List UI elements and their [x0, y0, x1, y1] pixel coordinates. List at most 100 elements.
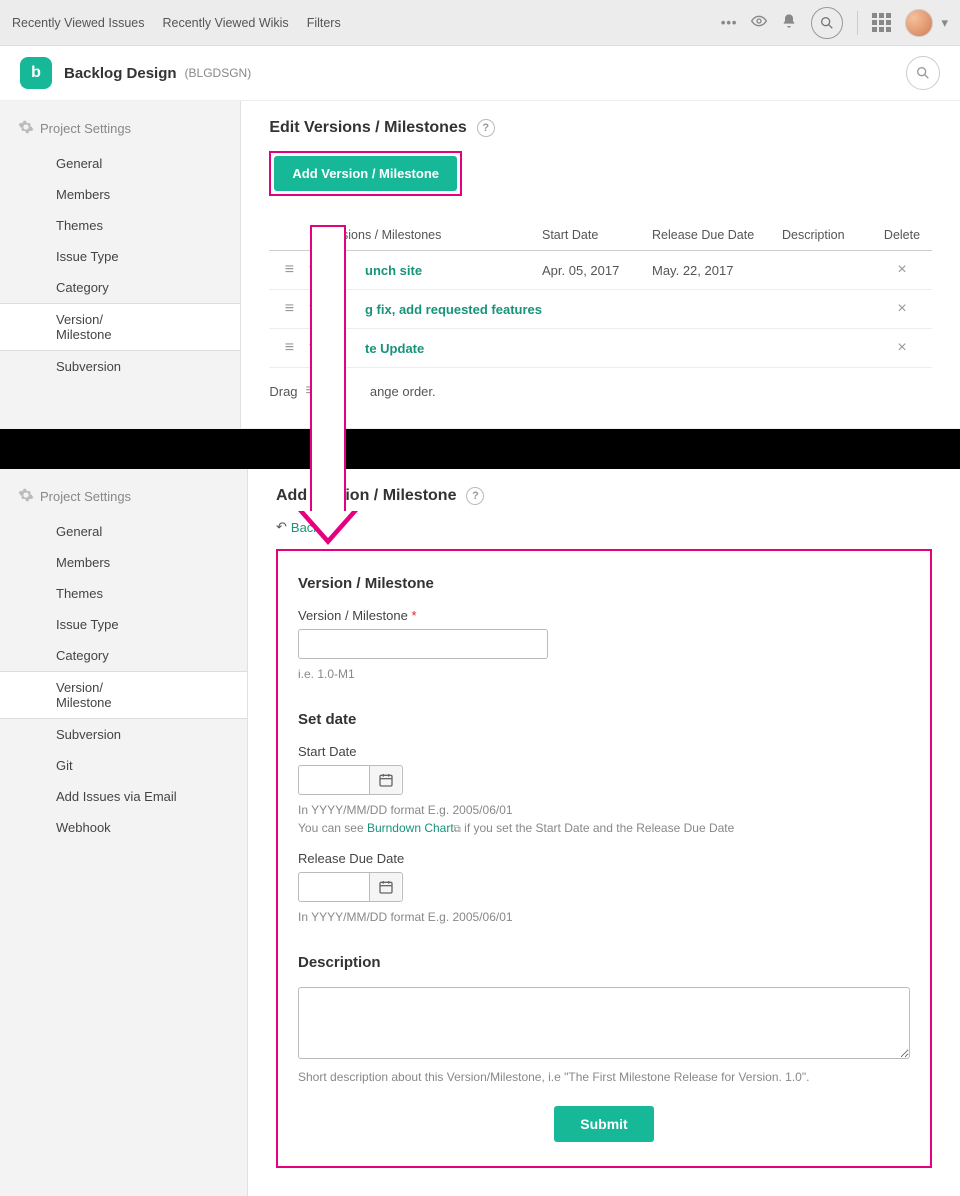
- start-date-field[interactable]: [298, 765, 403, 795]
- col-desc: Description: [782, 228, 872, 242]
- recent-issues-link[interactable]: Recently Viewed Issues: [12, 16, 144, 30]
- avatar[interactable]: [905, 9, 933, 37]
- sidebar-item-version-milestone[interactable]: Version/ Milestone: [0, 303, 240, 351]
- sidebar-item-members[interactable]: Members: [0, 547, 247, 578]
- add-version-button[interactable]: Add Version / Milestone: [274, 156, 457, 191]
- hint-description: Short description about this Version/Mil…: [298, 1068, 910, 1086]
- sidebar-item-issue-type[interactable]: Issue Type: [0, 241, 240, 272]
- project-logo: b: [20, 57, 52, 89]
- main-add-version: Add Version / Milestone ? ↶ Back Version…: [248, 469, 960, 1196]
- hint-start-date: In YYYY/MM/DD format E.g. 2005/06/01 You…: [298, 801, 910, 837]
- sidebar-item-webhook[interactable]: Webhook: [0, 812, 247, 843]
- bell-icon[interactable]: [781, 13, 797, 32]
- hint-version-name: i.e. 1.0-M1: [298, 665, 910, 683]
- sidebar-heading: Project Settings: [0, 115, 240, 148]
- delete-button[interactable]: ×: [872, 300, 932, 318]
- label-due-date: Release Due Date: [298, 851, 910, 866]
- sidebar-item-category[interactable]: Category: [0, 640, 247, 671]
- page-title-text: Add Version / Milestone: [276, 487, 456, 505]
- gear-icon: [18, 119, 34, 138]
- add-button-highlight: Add Version / Milestone: [269, 151, 462, 196]
- versions-table: of Versions / Milestones Start Date Rele…: [269, 220, 932, 368]
- drag-handle-icon[interactable]: [269, 339, 309, 357]
- sidebar-item-issue-type[interactable]: Issue Type: [0, 609, 247, 640]
- help-icon[interactable]: ?: [466, 487, 484, 505]
- table-row: Ver. te Update ×: [269, 329, 932, 368]
- start-date-input[interactable]: [299, 769, 369, 792]
- col-start: Start Date: [542, 228, 652, 242]
- delete-button[interactable]: ×: [872, 339, 932, 357]
- topbar-right: ••• ▾: [721, 7, 948, 39]
- calendar-icon[interactable]: [369, 873, 401, 901]
- drag-note: Drag to ange order.: [269, 382, 932, 400]
- burndown-chart-link[interactable]: Burndown Chart: [367, 821, 454, 835]
- page-title: Edit Versions / Milestones ?: [269, 119, 932, 137]
- page-title: Add Version / Milestone ?: [276, 487, 932, 505]
- sidebar-item-category[interactable]: Category: [0, 272, 240, 303]
- col-delete: Delete: [872, 228, 932, 242]
- project-header: b Backlog Design (BLGDSGN): [0, 46, 960, 101]
- description-textarea[interactable]: [298, 987, 910, 1059]
- sidebar-item-general[interactable]: General: [0, 516, 247, 547]
- cell-due: May. 22, 2017: [652, 263, 782, 278]
- sidebar-heading: Project Settings: [0, 483, 247, 516]
- sidebar: Project Settings General Members Themes …: [0, 101, 241, 428]
- sidebar-item-general[interactable]: General: [0, 148, 240, 179]
- sidebar-item-themes[interactable]: Themes: [0, 210, 240, 241]
- hint-due-date: In YYYY/MM/DD format E.g. 2005/06/01: [298, 908, 910, 926]
- panel-edit-versions: Project Settings General Members Themes …: [0, 101, 960, 429]
- topbar-links: Recently Viewed Issues Recently Viewed W…: [12, 16, 341, 30]
- sidebar-item-themes[interactable]: Themes: [0, 578, 247, 609]
- page-title-text: Edit Versions / Milestones: [269, 119, 466, 137]
- delete-button[interactable]: ×: [872, 261, 932, 279]
- label-start-date: Start Date: [298, 744, 910, 759]
- cell-start: Apr. 05, 2017: [542, 263, 652, 278]
- undo-icon: ↶: [276, 519, 287, 535]
- project-key: (BLGDSGN): [185, 66, 252, 80]
- watch-icon[interactable]: [751, 13, 767, 32]
- label-version-milestone: Version / Milestone *: [298, 608, 910, 623]
- divider: [857, 11, 858, 35]
- recent-wikis-link[interactable]: Recently Viewed Wikis: [162, 16, 288, 30]
- sidebar-item-subversion[interactable]: Subversion: [0, 719, 247, 750]
- project-search-button[interactable]: [906, 56, 940, 90]
- drag-handle-icon[interactable]: [269, 261, 309, 279]
- sidebar-item-add-issues-email[interactable]: Add Issues via Email: [0, 781, 247, 812]
- submit-button[interactable]: Submit: [554, 1106, 653, 1142]
- form-highlight-box: Version / Milestone Version / Milestone …: [276, 549, 932, 1168]
- due-date-input[interactable]: [299, 876, 369, 899]
- version-name-input[interactable]: [298, 629, 548, 659]
- external-link-icon: ⧉: [454, 824, 461, 835]
- sidebar-item-version-milestone[interactable]: Version/ Milestone: [0, 671, 247, 719]
- section-description: Description: [298, 954, 910, 971]
- more-icon[interactable]: •••: [721, 15, 738, 30]
- sidebar-item-subversion[interactable]: Subversion: [0, 351, 240, 382]
- panel-add-version: Project Settings General Members Themes …: [0, 469, 960, 1196]
- required-asterisk: *: [411, 608, 416, 623]
- table-header: of Versions / Milestones Start Date Rele…: [269, 220, 932, 251]
- callout-arrow-head-inner: [304, 511, 352, 538]
- global-search-button[interactable]: [811, 7, 843, 39]
- sidebar-item-git[interactable]: Git: [0, 750, 247, 781]
- sidebar-heading-label: Project Settings: [40, 489, 131, 504]
- gear-icon: [18, 487, 34, 506]
- drag-note-pre: Drag: [269, 384, 297, 399]
- col-due: Release Due Date: [652, 228, 782, 242]
- section-version-milestone: Version / Milestone: [298, 575, 910, 592]
- chevron-down-icon[interactable]: ▾: [941, 15, 948, 31]
- callout-arrow-shaft: [310, 225, 346, 515]
- calendar-icon[interactable]: [369, 766, 401, 794]
- separator-band: [0, 429, 960, 469]
- sidebar-item-members[interactable]: Members: [0, 179, 240, 210]
- sidebar-heading-label: Project Settings: [40, 121, 131, 136]
- help-icon[interactable]: ?: [477, 119, 495, 137]
- filters-link[interactable]: Filters: [307, 16, 341, 30]
- due-date-field[interactable]: [298, 872, 403, 902]
- apps-icon[interactable]: [872, 13, 891, 32]
- main-edit-versions: Edit Versions / Milestones ? Add Version…: [241, 101, 960, 428]
- global-topbar: Recently Viewed Issues Recently Viewed W…: [0, 0, 960, 46]
- drag-handle-icon[interactable]: [269, 300, 309, 318]
- project-name: Backlog Design: [64, 65, 177, 82]
- table-row: Ver. unch site Apr. 05, 2017 May. 22, 20…: [269, 251, 932, 290]
- sidebar: Project Settings General Members Themes …: [0, 469, 248, 1196]
